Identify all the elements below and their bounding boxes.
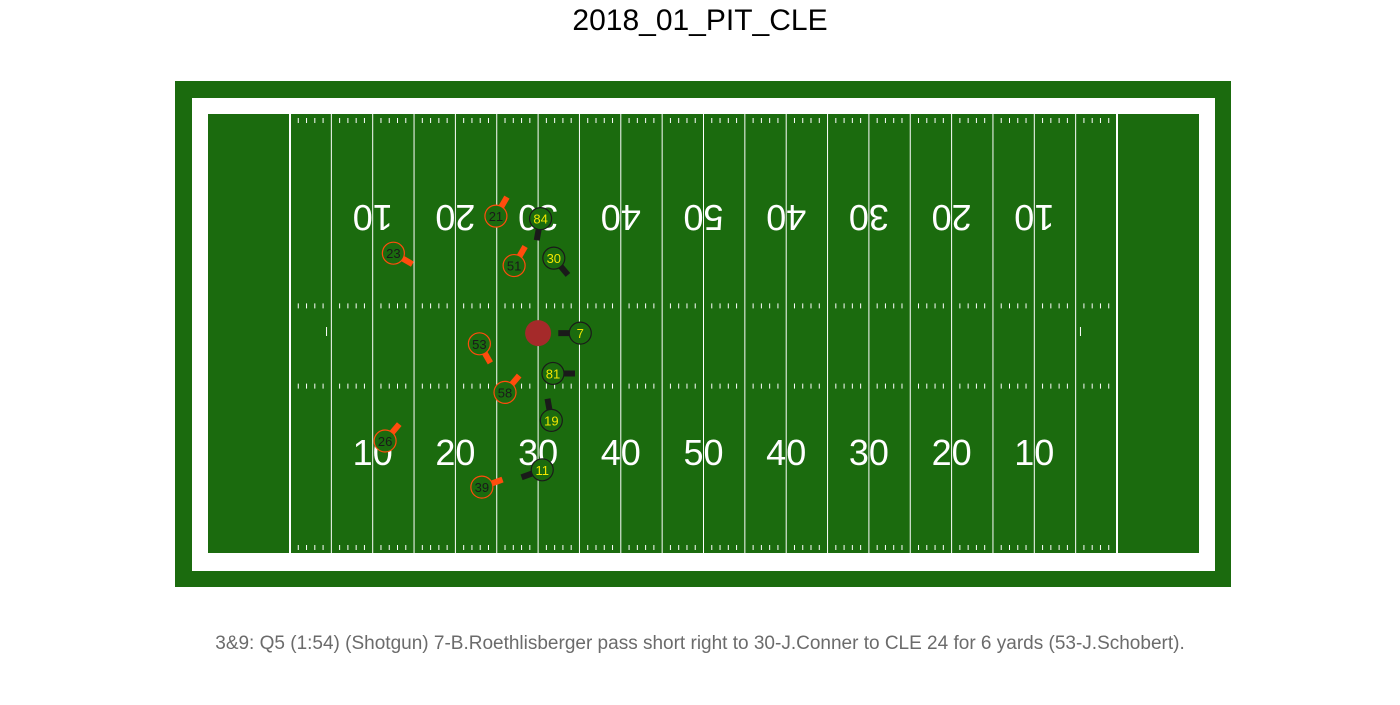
player-jersey-number: 23 xyxy=(386,246,400,261)
player-jersey-number: 26 xyxy=(378,434,392,449)
player-jersey-number: 30 xyxy=(547,251,561,266)
yard-number-top: 10 xyxy=(1014,197,1054,238)
football-field-diagram: 102030405040302010102030405040302010 843… xyxy=(0,0,1400,705)
player-jersey-number: 58 xyxy=(498,385,512,400)
play-description: 3&9: Q5 (1:54) (Shotgun) 7-B.Roethlisber… xyxy=(215,633,1185,654)
yard-number-bottom: 40 xyxy=(601,432,641,473)
yard-number-bottom: 10 xyxy=(1014,432,1054,473)
yard-number-top: 10 xyxy=(353,197,393,238)
yard-number-bottom: 40 xyxy=(766,432,806,473)
player-jersey-number: 39 xyxy=(475,480,489,495)
yard-number-top: 40 xyxy=(766,197,806,238)
player-jersey-number: 7 xyxy=(577,326,584,341)
yard-number-bottom: 30 xyxy=(849,432,889,473)
yard-number-bottom: 20 xyxy=(932,432,972,473)
football-layer xyxy=(525,320,552,347)
football xyxy=(525,320,552,347)
yard-number-top: 20 xyxy=(932,197,972,238)
player-jersey-number: 11 xyxy=(535,463,549,478)
yard-number-top: 50 xyxy=(683,197,723,238)
yard-number-top: 20 xyxy=(435,197,475,238)
yard-number-bottom: 20 xyxy=(435,432,475,473)
yard-number-top: 30 xyxy=(849,197,889,238)
player-jersey-number: 21 xyxy=(489,209,503,224)
yard-number-top: 40 xyxy=(601,197,641,238)
field-svg: 102030405040302010102030405040302010 843… xyxy=(175,81,1231,587)
yard-number-bottom: 50 xyxy=(683,432,723,473)
player-jersey-number: 81 xyxy=(546,366,560,381)
player-jersey-number: 84 xyxy=(533,212,547,227)
player-jersey-number: 53 xyxy=(472,337,486,352)
player-jersey-number: 19 xyxy=(544,413,558,428)
player-jersey-number: 51 xyxy=(507,259,521,274)
field-markings xyxy=(289,114,1118,553)
